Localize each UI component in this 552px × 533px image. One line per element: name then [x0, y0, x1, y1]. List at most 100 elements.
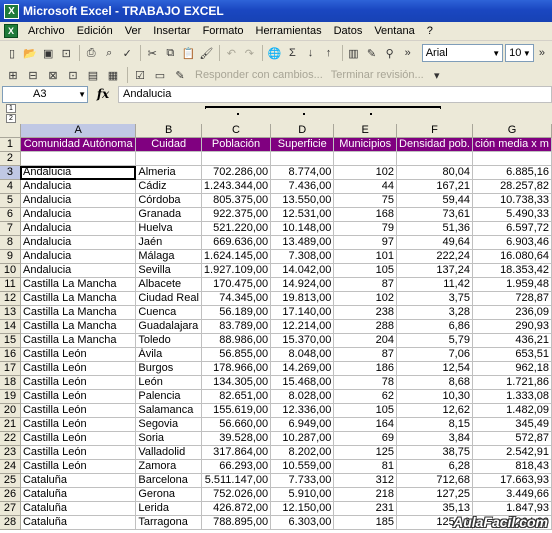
worksheet-grid[interactable]: A B C D E F G 1 Comunidad Autónoma Cuidad P… — [0, 124, 552, 533]
comment-icon[interactable]: ▭ — [151, 66, 169, 84]
cell-d23[interactable]: 8.202,00 — [270, 445, 335, 461]
cell-c5[interactable]: 805.375,00 — [201, 193, 272, 209]
cell-b12[interactable]: Ciudad Real — [135, 291, 202, 307]
cell-a10[interactable]: Andalucia — [20, 263, 137, 279]
cell-a24[interactable]: Castilla León — [20, 459, 137, 475]
cell-b9[interactable]: Málaga — [135, 249, 202, 265]
row-header-13[interactable]: 13 — [0, 305, 21, 321]
cell-c27[interactable]: 426.872,00 — [201, 501, 272, 517]
cell-c14[interactable]: 83.789,00 — [201, 319, 272, 335]
review-icon-5[interactable]: ▤ — [84, 66, 102, 84]
print-icon[interactable]: ⎙ — [83, 44, 99, 62]
cell-d10[interactable]: 14.042,00 — [270, 263, 335, 279]
cell-a19[interactable]: Castilla León — [20, 389, 137, 405]
cell-a1[interactable]: Comunidad Autónoma — [20, 137, 137, 153]
cell-c1[interactable]: Población — [201, 137, 272, 153]
cell-f5[interactable]: 59,44 — [396, 193, 473, 209]
row-header-21[interactable]: 21 — [0, 417, 21, 433]
cell-f16[interactable]: 7,06 — [396, 347, 473, 363]
cell-g8[interactable]: 6.903,46 — [472, 235, 552, 251]
cell-d25[interactable]: 7.733,00 — [270, 473, 335, 489]
cell-d4[interactable]: 7.436,00 — [270, 179, 335, 195]
cell-d28[interactable]: 6.303,00 — [270, 515, 335, 531]
cell-f10[interactable]: 137,24 — [396, 263, 473, 279]
cell-e11[interactable]: 87 — [333, 277, 398, 293]
cell-f4[interactable]: 167,21 — [396, 179, 473, 195]
cell-c2[interactable] — [201, 151, 272, 167]
cell-g3[interactable]: 6.885,16 — [472, 165, 552, 181]
end-review-button[interactable]: Terminar revisión... — [331, 69, 424, 81]
track-changes-icon[interactable]: ☑ — [131, 66, 149, 84]
cell-a3[interactable]: Andalucia — [20, 165, 137, 181]
cell-g1[interactable]: ción media x m — [472, 137, 552, 153]
cell-c17[interactable]: 178.966,00 — [201, 361, 272, 377]
cell-f26[interactable]: 127,25 — [396, 487, 473, 503]
cell-a16[interactable]: Castilla León — [20, 347, 137, 363]
cell-a23[interactable]: Castilla León — [20, 445, 137, 461]
cut-icon[interactable]: ✂ — [144, 44, 160, 62]
paste-icon[interactable]: 📋 — [180, 44, 196, 62]
row-header-4[interactable]: 4 — [0, 179, 21, 195]
cell-g14[interactable]: 290,93 — [472, 319, 552, 335]
cell-a11[interactable]: Castilla La Mancha — [20, 277, 137, 293]
cell-e28[interactable]: 185 — [333, 515, 398, 531]
cell-c9[interactable]: 1.624.145,00 — [201, 249, 272, 265]
cell-f19[interactable]: 10,30 — [396, 389, 473, 405]
row-header-19[interactable]: 19 — [0, 389, 21, 405]
row-header-23[interactable]: 23 — [0, 445, 21, 461]
column-header-e[interactable]: E — [333, 124, 398, 139]
cell-c6[interactable]: 922.375,00 — [201, 207, 272, 223]
cell-g4[interactable]: 28.257,82 — [472, 179, 552, 195]
cell-a9[interactable]: Andalucia — [20, 249, 137, 265]
row-header-12[interactable]: 12 — [0, 291, 21, 307]
cell-b14[interactable]: Guadalajara — [135, 319, 202, 335]
column-header-g[interactable]: G — [472, 124, 552, 139]
cell-d22[interactable]: 10.287,00 — [270, 431, 335, 447]
toolbar-options-icon[interactable]: » — [534, 44, 550, 62]
cell-g26[interactable]: 3.449,66 — [472, 487, 552, 503]
cell-b28[interactable]: Tarragona — [135, 515, 202, 531]
cell-e25[interactable]: 312 — [333, 473, 398, 489]
review-icon-1[interactable]: ⊞ — [4, 66, 22, 84]
permission-icon[interactable]: ⊡ — [58, 44, 74, 62]
menu-edicion[interactable]: Edición — [71, 25, 119, 37]
cell-b20[interactable]: Salamanca — [135, 403, 202, 419]
menu-ver[interactable]: Ver — [119, 25, 148, 37]
cell-g15[interactable]: 436,21 — [472, 333, 552, 349]
drawing-icon[interactable]: ✎ — [364, 44, 380, 62]
cell-d26[interactable]: 5.910,00 — [270, 487, 335, 503]
cell-e23[interactable]: 125 — [333, 445, 398, 461]
review-icon-4[interactable]: ⊡ — [64, 66, 82, 84]
cell-c23[interactable]: 317.864,00 — [201, 445, 272, 461]
cell-d13[interactable]: 17.140,00 — [270, 305, 335, 321]
menu-formato[interactable]: Formato — [197, 25, 250, 37]
cell-d27[interactable]: 12.150,00 — [270, 501, 335, 517]
cell-g2[interactable] — [472, 151, 552, 167]
cell-d1[interactable]: Superficie — [270, 137, 335, 153]
sort-ascending-icon[interactable]: ↓ — [302, 44, 318, 62]
cell-f1[interactable]: Densidad pob. — [396, 137, 473, 153]
open-folder-icon[interactable]: 📂 — [22, 44, 38, 62]
redo-icon[interactable]: ↷ — [241, 44, 257, 62]
row-header-18[interactable]: 18 — [0, 375, 21, 391]
cell-e5[interactable]: 75 — [333, 193, 398, 209]
cell-b17[interactable]: Burgos — [135, 361, 202, 377]
cell-a15[interactable]: Castilla La Mancha — [20, 333, 137, 349]
cell-e18[interactable]: 78 — [333, 375, 398, 391]
cell-d5[interactable]: 13.550,00 — [270, 193, 335, 209]
review-icon-2[interactable]: ⊟ — [24, 66, 42, 84]
cell-b16[interactable]: Ávila — [135, 347, 202, 363]
cell-c11[interactable]: 170.475,00 — [201, 277, 272, 293]
cell-e21[interactable]: 164 — [333, 417, 398, 433]
menu-insertar[interactable]: Insertar — [147, 25, 196, 37]
cell-b3[interactable]: Almeria — [135, 165, 202, 181]
cell-f23[interactable]: 38,75 — [396, 445, 473, 461]
cell-e15[interactable]: 204 — [333, 333, 398, 349]
cell-c22[interactable]: 39.528,00 — [201, 431, 272, 447]
cell-f7[interactable]: 51,36 — [396, 221, 473, 237]
cell-e4[interactable]: 44 — [333, 179, 398, 195]
row-header-26[interactable]: 26 — [0, 487, 21, 503]
reply-with-changes-button[interactable]: Responder con cambios... — [195, 69, 323, 81]
cell-g5[interactable]: 10.738,33 — [472, 193, 552, 209]
review-icon-3[interactable]: ⊠ — [44, 66, 62, 84]
